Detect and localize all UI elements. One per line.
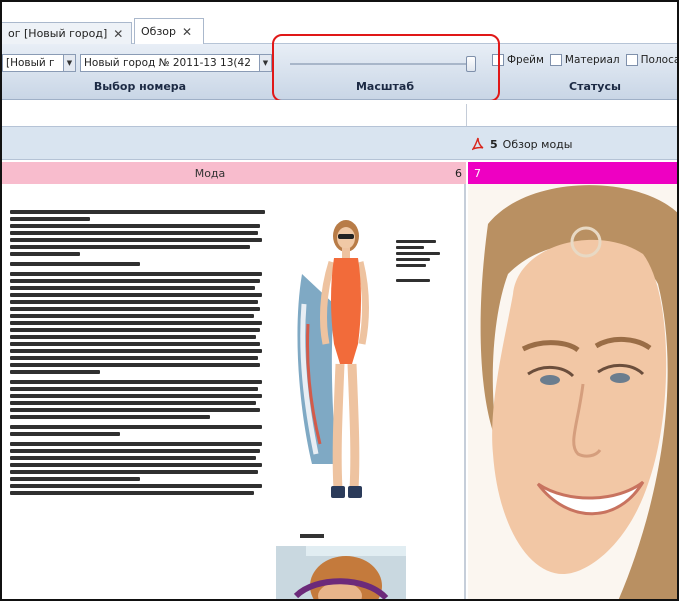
document-link[interactable]: 5 Обзор моды [472, 137, 572, 151]
issue-number-select[interactable]: Новый город № 2011-13 13(42 ▼ [80, 54, 272, 72]
pdf-icon [472, 137, 484, 151]
strip-checkbox-label: Полоса [640, 54, 679, 66]
face-portrait-photo [468, 184, 679, 601]
status-checkboxes: Фрейм Материал Полоса [486, 54, 679, 66]
tab-overview[interactable]: Обзор ✕ [134, 18, 204, 44]
strip-checkbox[interactable] [625, 54, 638, 66]
statuses-section-label: Статусы [569, 80, 621, 93]
close-icon[interactable]: ✕ [113, 27, 123, 41]
issue-number-select-value: Новый город № 2011-13 13(42 [84, 57, 251, 69]
page-number: 6 [455, 167, 462, 180]
scale-highlight-annotation [272, 34, 500, 102]
frame-checkbox-label: Фрейм [507, 54, 544, 66]
material-checkbox[interactable] [549, 54, 562, 66]
blank-row [0, 100, 679, 126]
page-7-header[interactable]: 7 [468, 162, 679, 184]
close-icon[interactable]: ✕ [182, 25, 192, 39]
page-6-header[interactable]: Мода 6 [0, 162, 466, 184]
page-section-label: Мода [194, 167, 226, 180]
page-6-preview[interactable] [0, 184, 466, 601]
document-number: 5 [490, 137, 498, 151]
column-divider [466, 104, 467, 126]
number-section-label: Выбор номера [93, 80, 187, 93]
dropdown-arrow-icon[interactable]: ▼ [63, 55, 75, 71]
edition-select-value: [Новый г [6, 57, 55, 69]
fashion-model-photo [297, 220, 369, 498]
document-header-row: 5 Обзор моды [0, 126, 679, 160]
material-checkbox-label: Материал [564, 54, 620, 66]
dropdown-arrow-icon[interactable]: ▼ [259, 55, 271, 71]
photo-credit-text [300, 534, 324, 538]
page-7-preview[interactable] [468, 184, 679, 601]
tab-new-city[interactable]: ог [Новый город] ✕ [2, 22, 132, 44]
tab-label: ог [Новый город] [8, 27, 108, 40]
article-text-block [10, 210, 268, 498]
edition-select[interactable]: [Новый г ▼ [2, 54, 76, 72]
photo-caption-text [396, 240, 448, 285]
document-title: Обзор моды [502, 137, 573, 151]
tab-label: Обзор [141, 25, 177, 38]
page-number: 7 [474, 167, 481, 180]
beach-model-photo [276, 546, 406, 601]
